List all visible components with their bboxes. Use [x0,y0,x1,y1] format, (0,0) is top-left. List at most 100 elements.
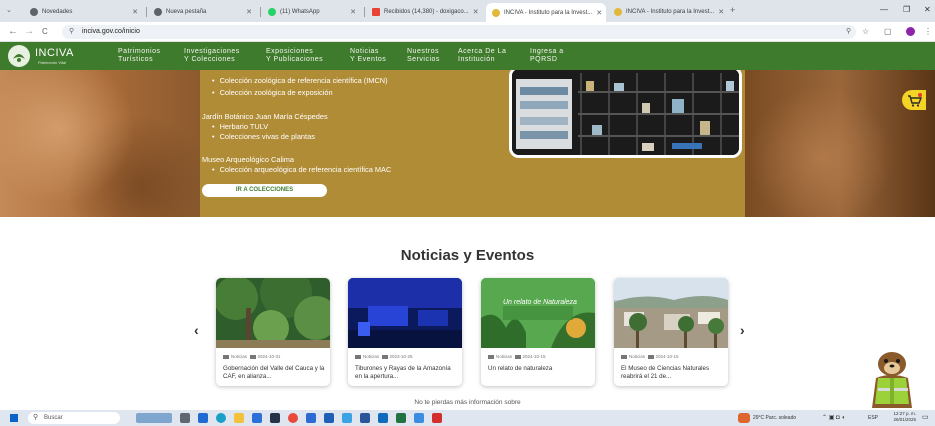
menu-line: PQRSD [530,56,558,63]
folder-icon [488,354,494,359]
menu-line: Patrimonios [118,48,161,55]
word-icon[interactable] [360,413,370,423]
language-indicator[interactable]: ESP [868,413,878,423]
app-icon[interactable] [198,413,208,423]
news-card[interactable]: Un relato de Naturaleza Noticias 2024-10… [481,278,595,386]
edge-icon[interactable] [216,413,226,423]
news-card-title[interactable]: El Museo de Ciencias Naturales reabrirá … [621,365,723,381]
app-icon[interactable] [306,413,316,423]
task-view-icon[interactable] [180,413,190,423]
news-card[interactable]: Noticias 2023-10-25 Tiburones y Rayas de… [348,278,462,386]
hero-list-item: Colección arqueológica de referencia cie… [212,165,392,174]
tab-label: Nueva pestaña [166,9,207,15]
news-card-category: Noticias [363,354,380,359]
tab-novedades[interactable]: Novedades ✕ [24,4,144,20]
menu-noticias[interactable]: Noticias Y Eventos [350,48,386,64]
notifications-icon[interactable]: ▭ [922,413,929,423]
close-icon[interactable]: ✕ [473,8,479,16]
news-card-date: 2024-10-15 [655,354,679,359]
gmail-favicon-icon [372,8,380,16]
tab-search-button[interactable]: ⌄ [6,6,12,14]
app-icon[interactable] [270,413,280,423]
tab-label: Novedades [42,9,73,15]
acrobat-icon[interactable] [432,413,442,423]
folder-icon [355,354,361,359]
tab-inciva-active[interactable]: INCIVA - Instituto para la Invest... ✕ [486,3,606,22]
url-input[interactable]: ⚲ inciva.gov.co/inicio [62,25,856,39]
browser-menu-icon[interactable]: ⋮ [924,25,932,39]
hero-list-item: Colección zoológica de referencia cientí… [212,76,388,85]
carousel-prev-button[interactable]: ‹ [194,322,199,338]
news-card-date: 2024-10-15 [522,354,546,359]
close-icon[interactable]: ✕ [246,8,252,16]
news-card-meta: Noticias 2023-10-25 [355,354,413,359]
reload-button[interactable]: C [42,25,48,39]
restore-button[interactable]: ❐ [903,5,910,14]
news-card-date: 2023-10-25 [389,354,413,359]
news-card-title[interactable]: Un relato de naturaleza [488,365,590,373]
tab-label: INCIVA - Instituto para la Invest... [626,9,715,15]
novedades-favicon-icon [30,8,38,16]
news-card-title[interactable]: Tiburones y Rayas de la Amazonía en la a… [355,365,457,381]
inciva-logo[interactable]: INCIVA Patrimonio Vital [8,45,88,67]
outlook-icon[interactable] [378,413,388,423]
profile-avatar[interactable] [906,27,915,36]
excel-icon[interactable] [396,413,406,423]
app-icon[interactable] [324,413,334,423]
forward-button[interactable]: → [24,25,34,39]
new-tab-button[interactable]: + [730,5,735,15]
clock[interactable]: 12:27 p. m. 26/01/2025 [886,411,916,423]
calendar-icon [381,354,388,359]
menu-pqrsd[interactable]: Ingresa a PQRSD [530,48,564,64]
close-icon[interactable]: ✕ [718,8,724,16]
weather-text[interactable]: 29°C Parc. soleado [753,413,796,423]
more-info-text: No te pierdas más información sobre [414,399,521,406]
carousel-next-button[interactable]: › [740,322,745,338]
news-card[interactable]: Noticias 2024-10-15 El Museo de Ciencias… [614,278,728,386]
news-card-meta: Noticias 2024-10-31 [223,354,281,359]
menu-patrimonios[interactable]: Patrimonios Turísticos [118,48,160,64]
shopping-cart-button[interactable] [902,90,926,110]
chrome-icon[interactable] [288,413,298,423]
menu-exposiciones[interactable]: Exposiciones Y Publicaciones [266,48,323,64]
taskbar-search-input[interactable]: ⚲ Buscar [28,412,120,424]
tab-label: (11) WhatsApp [280,9,320,15]
file-explorer-icon[interactable] [234,413,244,423]
widgets-icon[interactable] [136,413,172,423]
tab-nueva-pestana[interactable]: Nueva pestaña ✕ [148,4,258,20]
menu-line: Y Colecciones [184,56,236,63]
back-button[interactable]: ← [8,25,18,39]
site-info-icon[interactable]: ⚲ [69,25,74,39]
bookmark-star-icon[interactable]: ☆ [862,25,869,39]
photos-icon[interactable] [342,413,352,423]
minimize-button[interactable]: — [880,5,888,14]
ir-a-colecciones-button[interactable]: IR A COLECCIONES [202,184,327,197]
tab-inciva[interactable]: INCIVA - Instituto para la Invest... ✕ [608,4,726,20]
menu-acerca[interactable]: Acerca De La Institución [458,48,506,64]
tab-label: Recibidos (14,380) - doxigaco... [384,9,469,15]
close-icon[interactable]: ✕ [350,8,356,16]
menu-investigaciones[interactable]: Investigaciones Y Colecciones [184,48,240,64]
app-icon[interactable] [252,413,262,423]
tab-whatsapp[interactable]: (11) WhatsApp ✕ [262,4,362,20]
weather-icon[interactable] [738,413,750,423]
menu-servicios[interactable]: Nuestros Servicios [407,48,440,64]
tray-icons[interactable]: ⌃ ▣ ◘ ◖ [822,413,845,423]
close-icon[interactable]: ✕ [596,9,602,17]
location-icon[interactable]: ⚲ [846,25,851,39]
news-card[interactable]: Noticias 2024-10-31 Gobernación del Vall… [216,278,330,386]
close-icon[interactable]: ✕ [132,8,138,16]
close-window-button[interactable]: ✕ [924,5,931,14]
extensions-icon[interactable]: ▢ [884,25,892,39]
address-bar-row: ← → C ⚲ inciva.gov.co/inicio ⚲ ☆ ▢ ⋮ [0,22,935,42]
tab-gmail[interactable]: Recibidos (14,380) - doxigaco... ✕ [366,4,484,20]
news-card-image [216,278,330,348]
menu-line: Institución [458,56,496,63]
menu-line: Acerca De La [458,48,507,55]
windows-start-icon[interactable] [10,414,18,422]
mascot-chat-button[interactable] [866,348,918,408]
news-card-image: Un relato de Naturaleza [481,278,595,348]
app-icon[interactable] [414,413,424,423]
menu-line: Exposiciones [266,48,314,55]
news-card-title[interactable]: Gobernación del Valle del Cauca y la CAF… [223,365,325,381]
